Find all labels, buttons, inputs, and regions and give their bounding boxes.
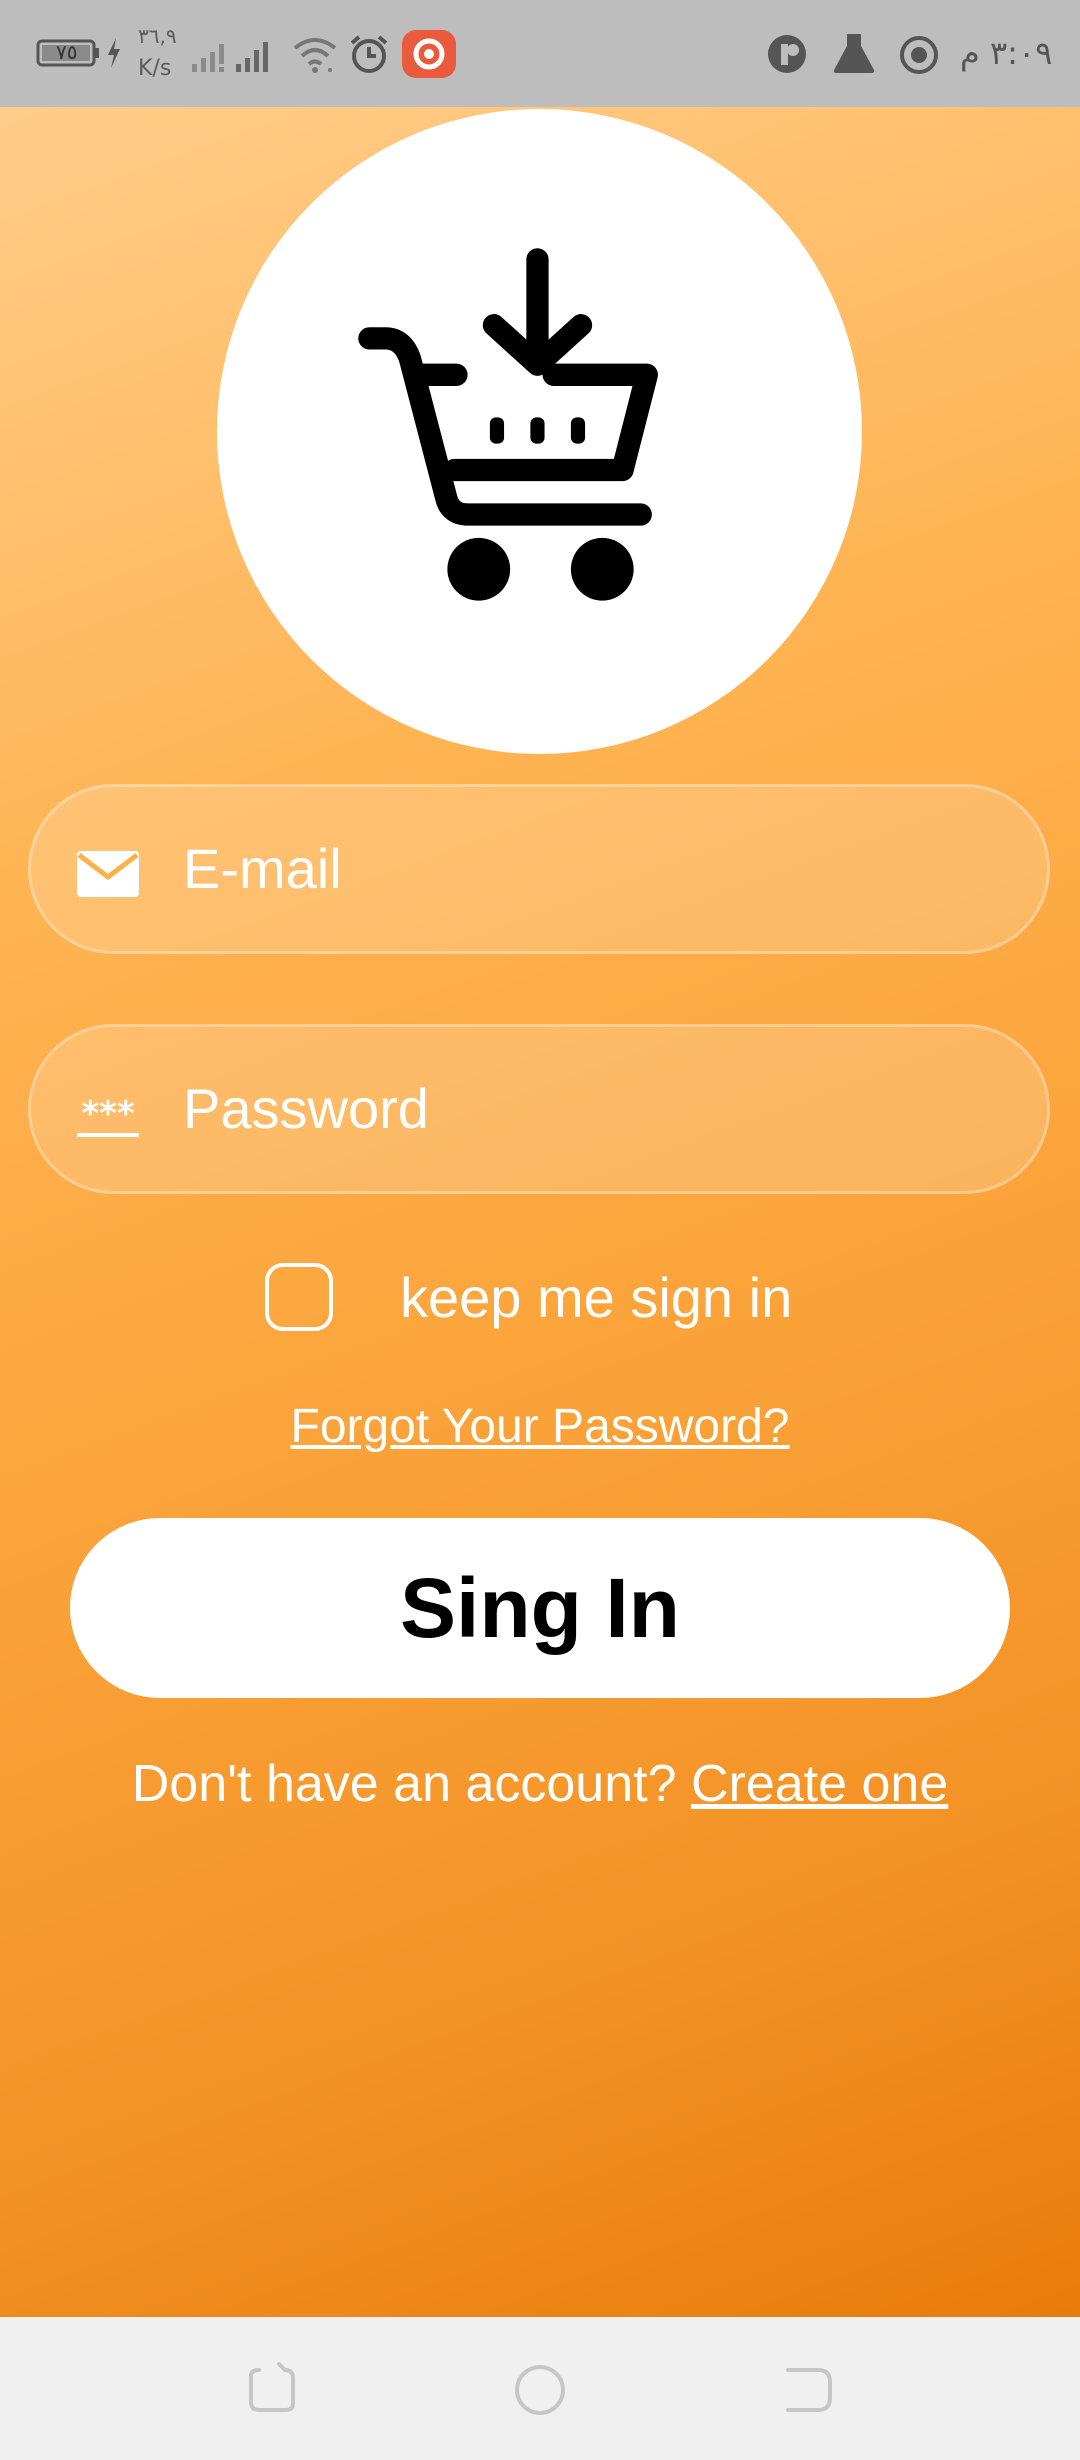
sign-in-button[interactable]: Sing In xyxy=(70,1518,1010,1698)
net-speed-value: ٣٦,٩ xyxy=(138,24,177,48)
password-field[interactable]: *** xyxy=(28,1024,1050,1194)
shopping-cart-download-icon xyxy=(358,248,658,601)
email-input[interactable] xyxy=(181,817,1005,919)
login-screen: *** keep me sign in Forgot Your Password… xyxy=(0,107,1080,2317)
keep-signed-in-label: keep me sign in xyxy=(400,1266,793,1329)
asterisks-password-icon: *** xyxy=(77,1094,139,1137)
signal-icon xyxy=(192,34,288,78)
forgot-password-link[interactable]: Forgot Your Password? xyxy=(0,1399,1080,1454)
wifi-icon xyxy=(292,34,338,78)
signup-prompt: Don't have an account? Create one xyxy=(0,1754,1080,1814)
app-status-icon xyxy=(766,33,810,79)
no-account-text: Don't have an account? xyxy=(131,1755,677,1813)
password-input[interactable] xyxy=(181,1057,1005,1159)
app-logo xyxy=(217,109,862,754)
screen-record-icon xyxy=(898,34,940,80)
home-icon[interactable] xyxy=(512,2362,568,2418)
net-speed-unit: K/s xyxy=(138,56,172,81)
app-notification-icon xyxy=(402,30,456,82)
email-field[interactable] xyxy=(28,784,1050,954)
clock: ٣:٠٩ م xyxy=(960,34,1053,72)
create-account-link[interactable]: Create one xyxy=(691,1755,948,1813)
envelope-icon xyxy=(77,851,139,897)
back-icon[interactable] xyxy=(782,2362,836,2414)
battery-level: ٧٥ xyxy=(56,40,78,64)
recent-apps-icon[interactable] xyxy=(245,2362,299,2414)
navigation-bar xyxy=(0,2317,1080,2460)
flask-icon xyxy=(832,32,876,78)
status-bar: ٧٥ ٣٦,٩ K/s ٣:٠٩ م xyxy=(0,0,1080,107)
keep-signed-in-checkbox[interactable] xyxy=(265,1263,333,1331)
svg-text:***: *** xyxy=(81,1094,135,1134)
alarm-icon xyxy=(348,33,390,79)
charging-icon xyxy=(106,38,122,72)
